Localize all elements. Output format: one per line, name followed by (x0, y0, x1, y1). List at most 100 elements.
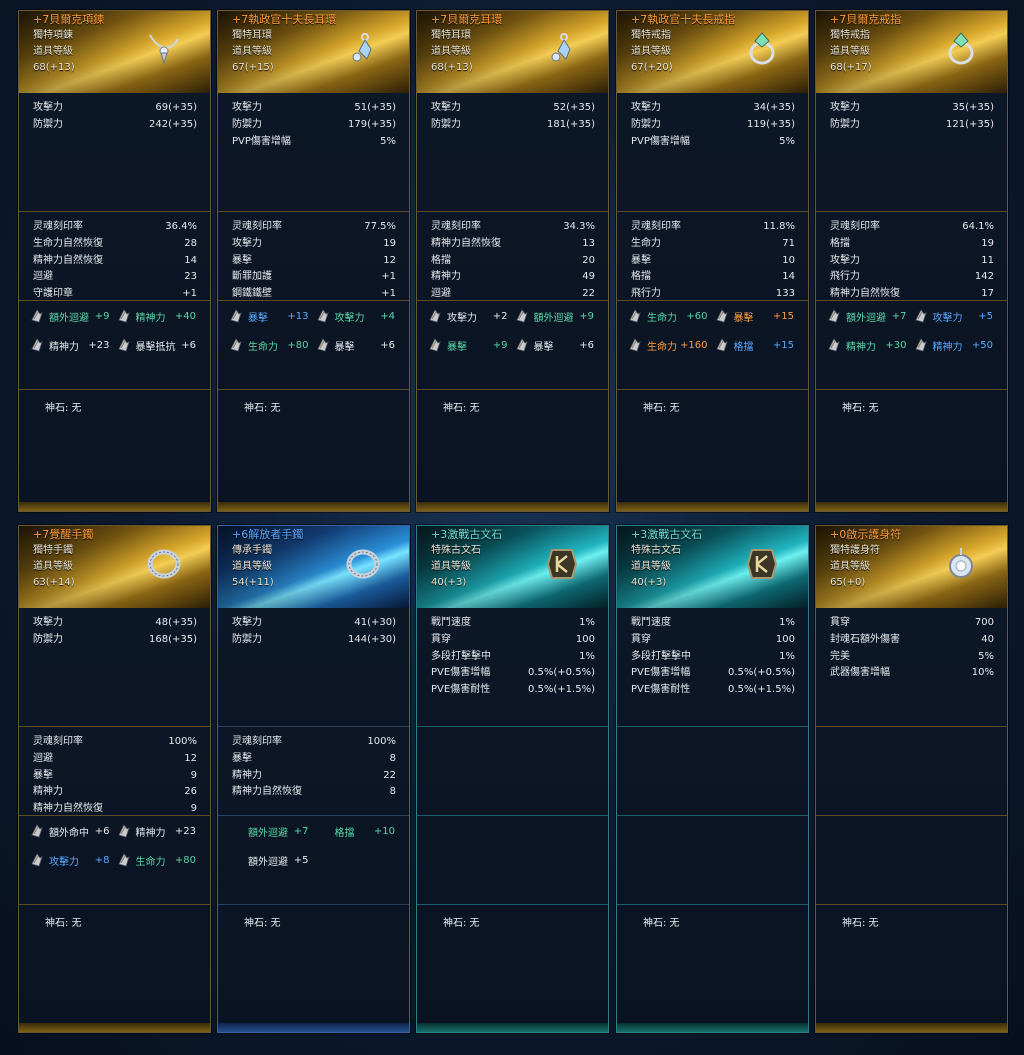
manastone-value: +5 (978, 310, 993, 322)
stat-row: 攻擊力 41(+30) (218, 615, 409, 632)
manastone-slot[interactable]: 暴擊 +15 (714, 307, 801, 325)
stat-name: 多段打擊擊中 (431, 650, 491, 662)
stat-value: +1 (381, 271, 396, 283)
stat-row: 防禦力 168(+35) (19, 632, 210, 649)
stat-value: 100% (367, 736, 396, 747)
god-stone-label: 神石: 无 (244, 918, 281, 929)
manastone-slot[interactable]: 攻擊力 +4 (315, 307, 402, 325)
god-stone-section: 神石: 无 (19, 390, 210, 490)
stat-name: 防禦力 (33, 118, 63, 130)
stat-name: 武器傷害增幅 (830, 667, 890, 679)
item-name: +7執政官十夫長耳環 (232, 13, 337, 26)
stat-name: 暴擊 (232, 254, 252, 266)
god-stone-label: 神石: 无 (45, 918, 82, 929)
stat-name: 攻擊力 (830, 254, 860, 266)
manastone-slot[interactable]: 額外迴避 +9 (514, 307, 601, 325)
god-stone-label: 神石: 无 (643, 403, 680, 414)
manastone-slot[interactable]: 精神力 +40 (116, 307, 203, 325)
stat-name: 貫穿 (631, 633, 651, 645)
god-stone-label: 神石: 无 (842, 918, 879, 929)
manastone-slot[interactable]: 生命力 +160 (627, 336, 714, 354)
stat-name: PVE傷害耐性 (631, 684, 691, 696)
manastone-slot[interactable]: 攻擊力 +5 (913, 307, 1000, 325)
item-card[interactable]: +7執政官十夫長戒指 獨特戒指 道具等級 67(+20) 攻擊力 34(+35) 防禦力 11… (616, 10, 809, 512)
manastone-slot[interactable]: 攻擊力 +8 (29, 851, 116, 869)
stat-value: 5% (779, 135, 795, 147)
item-card[interactable]: +6解放者手鐲 傳承手鐲 道具等級 54(+11) 攻擊力 41(+30) 防禦力 144(+… (217, 525, 410, 1033)
stat-value: 1% (579, 617, 595, 628)
stat-row: 防禦力 179(+35) (218, 117, 409, 134)
manastone-slot[interactable]: 額外迴避 +7 (826, 307, 913, 325)
manastone-slot[interactable]: 格擋 +15 (714, 336, 801, 354)
manastone-slot[interactable]: 暴擊 +6 (514, 336, 601, 354)
stat-row: 戰鬥速度 1% (617, 615, 808, 632)
manastone-slot[interactable]: 額外迴避 +7 (228, 822, 315, 840)
manastone-slot[interactable]: 額外迴避 +9 (29, 307, 116, 325)
manastone-slot[interactable]: 暴擊 +13 (228, 307, 315, 325)
manastone-name: 精神力 (135, 827, 166, 839)
stat-name: 攻擊力 (830, 102, 860, 113)
god-stone-section: 神石: 无 (218, 905, 409, 1005)
stat-value: 64.1% (962, 221, 994, 232)
manastone-slot[interactable]: 暴擊 +9 (427, 336, 514, 354)
stat-name: 精神力自然恢復 (33, 254, 103, 266)
manastone-slot[interactable]: 暴擊 +6 (315, 336, 402, 354)
manastone-slot[interactable]: 精神力 +23 (116, 822, 203, 840)
manastone-name: 攻擊力 (334, 312, 365, 324)
item-card[interactable]: +7覺醒手鐲 獨特手鐲 道具等級 63(+14) 攻擊力 48(+35) 防禦力 168(+3… (18, 525, 211, 1033)
manastone-name: 生命力 (647, 341, 677, 353)
stat-name: 灵魂刻印率 (232, 221, 282, 232)
manastone-slot[interactable]: 精神力 +50 (913, 336, 1000, 354)
item-name: +7貝爾克耳環 (431, 13, 503, 26)
card-footer-bar (617, 1023, 808, 1032)
manastone-slot[interactable]: 額外迴避 +5 (228, 851, 315, 869)
manastone-slot[interactable]: 暴擊抵抗 +6 (116, 336, 203, 354)
stat-value: 168(+35) (149, 633, 197, 645)
manastone-value: +60 (686, 310, 708, 322)
manastone-slot[interactable]: 精神力 +23 (29, 336, 116, 354)
manastone-icon (29, 337, 45, 353)
manastone-slot[interactable]: 攻擊力 +2 (427, 307, 514, 325)
manastone-slot[interactable]: 精神力 +30 (826, 336, 913, 354)
item-card[interactable]: +3激戰古文石 特殊古文石 道具等級 40(+3) 戰鬥速度 1% 貫穿 100 多段打擊擊中 1… (616, 525, 809, 1033)
manastone-icon (116, 337, 132, 353)
manastone-name: 暴擊 (447, 341, 467, 353)
stat-value: 100 (775, 633, 795, 645)
item-card[interactable]: +7貝爾克戒指 獨特戒指 道具等級 68(+17) 攻擊力 35(+35) 防禦力 121(+… (815, 10, 1008, 512)
manastone-slot[interactable]: 生命力 +80 (228, 336, 315, 354)
item-card[interactable]: +7執政官十夫長耳環 獨特耳環 道具等級 67(+15) 攻擊力 51(+35) 防禦力 17… (217, 10, 410, 512)
bracelet-icon (144, 544, 184, 584)
manastone-slot[interactable]: 格擋 +10 (315, 822, 402, 840)
stat-value: 11 (981, 254, 994, 266)
stat-row: 多段打擊擊中 1% (617, 649, 808, 666)
item-card[interactable]: +3激戰古文石 特殊古文石 道具等級 40(+3) 戰鬥速度 1% 貫穿 100 多段打擊擊中 1… (416, 525, 609, 1033)
manastone-slot[interactable]: 額外命中 +6 (29, 822, 116, 840)
item-card[interactable]: +7貝爾克項鍊 獨特項鍊 道具等級 68(+13) 攻擊力 69(+35) 防禦力 242(+… (18, 10, 211, 512)
item-card[interactable]: +0啟示護身符 獨特護身符 道具等級 65(+0) 貫穿 700 封魂石額外傷害 40 完美 5%… (815, 525, 1008, 1033)
soul-stats: 灵魂刻印率 34.3% 精神力自然恢復 13 格擋 20 精神力 49 迴避 22 (417, 212, 608, 301)
stat-value: 10% (971, 667, 994, 679)
manastone-icon (427, 308, 443, 324)
soul-stats (617, 727, 808, 816)
manastone-slot[interactable]: 生命力 +60 (627, 307, 714, 325)
god-stone-label: 神石: 无 (244, 403, 281, 414)
stat-name: 精神力自然恢復 (232, 786, 302, 798)
base-stats: 戰鬥速度 1% 貫穿 100 多段打擊擊中 1% PVE傷害增幅 0.5%(+0.5%) PVE… (417, 608, 608, 727)
manastone-icon (913, 337, 929, 353)
card-footer-bar (19, 502, 210, 511)
god-stone-section: 神石: 无 (19, 905, 210, 1005)
stat-value: 0.5%(+0.5%) (728, 667, 795, 679)
stat-name: 精神力 (431, 271, 461, 283)
stat-name: PVE傷害增幅 (431, 667, 491, 679)
manastone-slot[interactable]: 生命力 +80 (116, 851, 203, 869)
soul-stat-row: 生命力 71 (617, 236, 808, 253)
item-card[interactable]: +7貝爾克耳環 獨特耳環 道具等級 68(+13) 攻擊力 52(+35) 防禦力 181(+… (416, 10, 609, 512)
manastone-name: 額外迴避 (248, 856, 288, 868)
amulet-icon (941, 544, 981, 584)
necklace-icon (144, 29, 184, 69)
manastone-name: 攻擊力 (49, 856, 79, 868)
base-stats: 攻擊力 51(+35) 防禦力 179(+35) PVP傷害增幅 5% (218, 93, 409, 212)
stat-name: 斷罪加護 (232, 271, 272, 283)
god-stone-label: 神石: 无 (443, 918, 480, 929)
manastone-value: +13 (287, 310, 309, 322)
